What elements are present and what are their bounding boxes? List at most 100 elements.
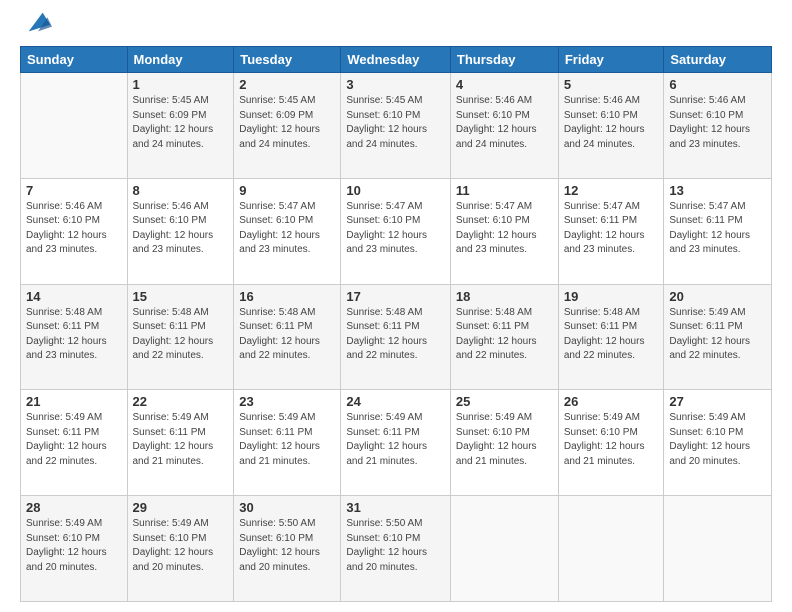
day-number: 23 (239, 394, 335, 409)
day-number: 30 (239, 500, 335, 515)
day-number: 21 (26, 394, 122, 409)
day-info: Sunrise: 5:48 AM Sunset: 6:11 PM Dayligh… (564, 307, 645, 362)
day-info: Sunrise: 5:47 AM Sunset: 6:11 PM Dayligh… (669, 201, 750, 256)
calendar-cell: 11 Sunrise: 5:47 AM Sunset: 6:10 PM Dayli… (450, 178, 558, 284)
day-number: 17 (346, 289, 445, 304)
day-info: Sunrise: 5:48 AM Sunset: 6:11 PM Dayligh… (346, 307, 427, 362)
day-number: 15 (133, 289, 229, 304)
header-row: SundayMondayTuesdayWednesdayThursdayFrid… (21, 47, 772, 73)
day-info: Sunrise: 5:49 AM Sunset: 6:10 PM Dayligh… (133, 518, 214, 573)
calendar-cell: 14 Sunrise: 5:48 AM Sunset: 6:11 PM Dayli… (21, 284, 128, 390)
calendar-cell: 5 Sunrise: 5:46 AM Sunset: 6:10 PM Daylig… (558, 73, 664, 179)
calendar-cell: 12 Sunrise: 5:47 AM Sunset: 6:11 PM Dayli… (558, 178, 664, 284)
day-info: Sunrise: 5:47 AM Sunset: 6:11 PM Dayligh… (564, 201, 645, 256)
calendar-cell: 30 Sunrise: 5:50 AM Sunset: 6:10 PM Dayli… (234, 496, 341, 602)
calendar-cell: 15 Sunrise: 5:48 AM Sunset: 6:11 PM Dayli… (127, 284, 234, 390)
calendar-cell: 29 Sunrise: 5:49 AM Sunset: 6:10 PM Dayli… (127, 496, 234, 602)
calendar-cell: 21 Sunrise: 5:49 AM Sunset: 6:11 PM Dayli… (21, 390, 128, 496)
col-header-thursday: Thursday (450, 47, 558, 73)
day-info: Sunrise: 5:45 AM Sunset: 6:09 PM Dayligh… (239, 95, 320, 150)
calendar-cell: 27Sunrise: 5:49 AM Sunset: 6:10 PM Dayli… (664, 390, 772, 496)
day-number: 12 (564, 183, 659, 198)
day-number: 14 (26, 289, 122, 304)
day-info: Sunrise: 5:47 AM Sunset: 6:10 PM Dayligh… (346, 201, 427, 256)
col-header-wednesday: Wednesday (341, 47, 451, 73)
day-number: 11 (456, 183, 553, 198)
calendar-cell: 17 Sunrise: 5:48 AM Sunset: 6:11 PM Dayli… (341, 284, 451, 390)
day-number: 25 (456, 394, 553, 409)
calendar-cell (558, 496, 664, 602)
day-info: Sunrise: 5:45 AM Sunset: 6:09 PM Dayligh… (133, 95, 214, 150)
day-number: 7 (26, 183, 122, 198)
day-info: Sunrise: 5:49 AM Sunset: 6:10 PM Dayligh… (26, 518, 107, 573)
calendar-cell (450, 496, 558, 602)
calendar-cell: 20 Sunrise: 5:49 AM Sunset: 6:11 PM Dayli… (664, 284, 772, 390)
day-number: 28 (26, 500, 122, 515)
page: SundayMondayTuesdayWednesdayThursdayFrid… (0, 0, 792, 612)
day-number: 13 (669, 183, 766, 198)
day-info: Sunrise: 5:48 AM Sunset: 6:11 PM Dayligh… (239, 307, 320, 362)
day-number: 24 (346, 394, 445, 409)
day-info: Sunrise: 5:49 AM Sunset: 6:11 PM Dayligh… (239, 412, 320, 467)
day-number: 8 (133, 183, 229, 198)
day-info: Sunrise: 5:49 AM Sunset: 6:11 PM Dayligh… (669, 307, 750, 362)
day-number: 3 (346, 77, 445, 92)
day-info: Sunrise: 5:48 AM Sunset: 6:11 PM Dayligh… (26, 307, 107, 362)
calendar-cell (664, 496, 772, 602)
day-number: 29 (133, 500, 229, 515)
calendar-cell (21, 73, 128, 179)
day-number: 2 (239, 77, 335, 92)
day-info: Sunrise: 5:49 AM Sunset: 6:10 PM Dayligh… (564, 412, 645, 467)
col-header-monday: Monday (127, 47, 234, 73)
calendar-cell: 25 Sunrise: 5:49 AM Sunset: 6:10 PM Dayli… (450, 390, 558, 496)
calendar-cell: 19Sunrise: 5:48 AM Sunset: 6:11 PM Dayli… (558, 284, 664, 390)
day-info: Sunrise: 5:47 AM Sunset: 6:10 PM Dayligh… (239, 201, 320, 256)
day-number: 31 (346, 500, 445, 515)
day-info: Sunrise: 5:47 AM Sunset: 6:10 PM Dayligh… (456, 201, 537, 256)
col-header-friday: Friday (558, 47, 664, 73)
day-info: Sunrise: 5:48 AM Sunset: 6:11 PM Dayligh… (456, 307, 537, 362)
day-info: Sunrise: 5:48 AM Sunset: 6:11 PM Dayligh… (133, 307, 214, 362)
calendar-cell: 28 Sunrise: 5:49 AM Sunset: 6:10 PM Dayli… (21, 496, 128, 602)
day-info: Sunrise: 5:46 AM Sunset: 6:10 PM Dayligh… (669, 95, 750, 150)
week-row-2: 7 Sunrise: 5:46 AM Sunset: 6:10 PM Daylig… (21, 178, 772, 284)
day-number: 27 (669, 394, 766, 409)
day-number: 22 (133, 394, 229, 409)
col-header-tuesday: Tuesday (234, 47, 341, 73)
day-info: Sunrise: 5:49 AM Sunset: 6:11 PM Dayligh… (26, 412, 107, 467)
day-number: 16 (239, 289, 335, 304)
col-header-saturday: Saturday (664, 47, 772, 73)
day-info: Sunrise: 5:49 AM Sunset: 6:10 PM Dayligh… (456, 412, 537, 467)
calendar-cell: 8 Sunrise: 5:46 AM Sunset: 6:10 PM Daylig… (127, 178, 234, 284)
week-row-3: 14 Sunrise: 5:48 AM Sunset: 6:11 PM Dayli… (21, 284, 772, 390)
week-row-1: 1 Sunrise: 5:45 AM Sunset: 6:09 PM Daylig… (21, 73, 772, 179)
day-info: Sunrise: 5:50 AM Sunset: 6:10 PM Dayligh… (239, 518, 320, 573)
calendar-cell: 24Sunrise: 5:49 AM Sunset: 6:11 PM Dayli… (341, 390, 451, 496)
day-info: Sunrise: 5:50 AM Sunset: 6:10 PM Dayligh… (346, 518, 427, 573)
col-header-sunday: Sunday (21, 47, 128, 73)
week-row-5: 28 Sunrise: 5:49 AM Sunset: 6:10 PM Dayli… (21, 496, 772, 602)
calendar-cell: 16 Sunrise: 5:48 AM Sunset: 6:11 PM Dayli… (234, 284, 341, 390)
day-info: Sunrise: 5:46 AM Sunset: 6:10 PM Dayligh… (564, 95, 645, 150)
day-number: 20 (669, 289, 766, 304)
calendar-cell: 23 Sunrise: 5:49 AM Sunset: 6:11 PM Dayli… (234, 390, 341, 496)
calendar-cell: 4Sunrise: 5:46 AM Sunset: 6:10 PM Daylig… (450, 73, 558, 179)
day-info: Sunrise: 5:45 AM Sunset: 6:10 PM Dayligh… (346, 95, 427, 150)
day-info: Sunrise: 5:46 AM Sunset: 6:10 PM Dayligh… (456, 95, 537, 150)
calendar-cell: 3 Sunrise: 5:45 AM Sunset: 6:10 PM Daylig… (341, 73, 451, 179)
header (20, 16, 772, 36)
calendar-cell: 26Sunrise: 5:49 AM Sunset: 6:10 PM Dayli… (558, 390, 664, 496)
logo-text (20, 16, 52, 36)
logo-icon (24, 8, 52, 36)
day-number: 6 (669, 77, 766, 92)
calendar-table: SundayMondayTuesdayWednesdayThursdayFrid… (20, 46, 772, 602)
day-number: 18 (456, 289, 553, 304)
calendar-cell: 9 Sunrise: 5:47 AM Sunset: 6:10 PM Daylig… (234, 178, 341, 284)
day-number: 10 (346, 183, 445, 198)
day-number: 1 (133, 77, 229, 92)
day-info: Sunrise: 5:46 AM Sunset: 6:10 PM Dayligh… (133, 201, 214, 256)
day-number: 5 (564, 77, 659, 92)
calendar-cell: 1 Sunrise: 5:45 AM Sunset: 6:09 PM Daylig… (127, 73, 234, 179)
day-info: Sunrise: 5:46 AM Sunset: 6:10 PM Dayligh… (26, 201, 107, 256)
day-number: 9 (239, 183, 335, 198)
